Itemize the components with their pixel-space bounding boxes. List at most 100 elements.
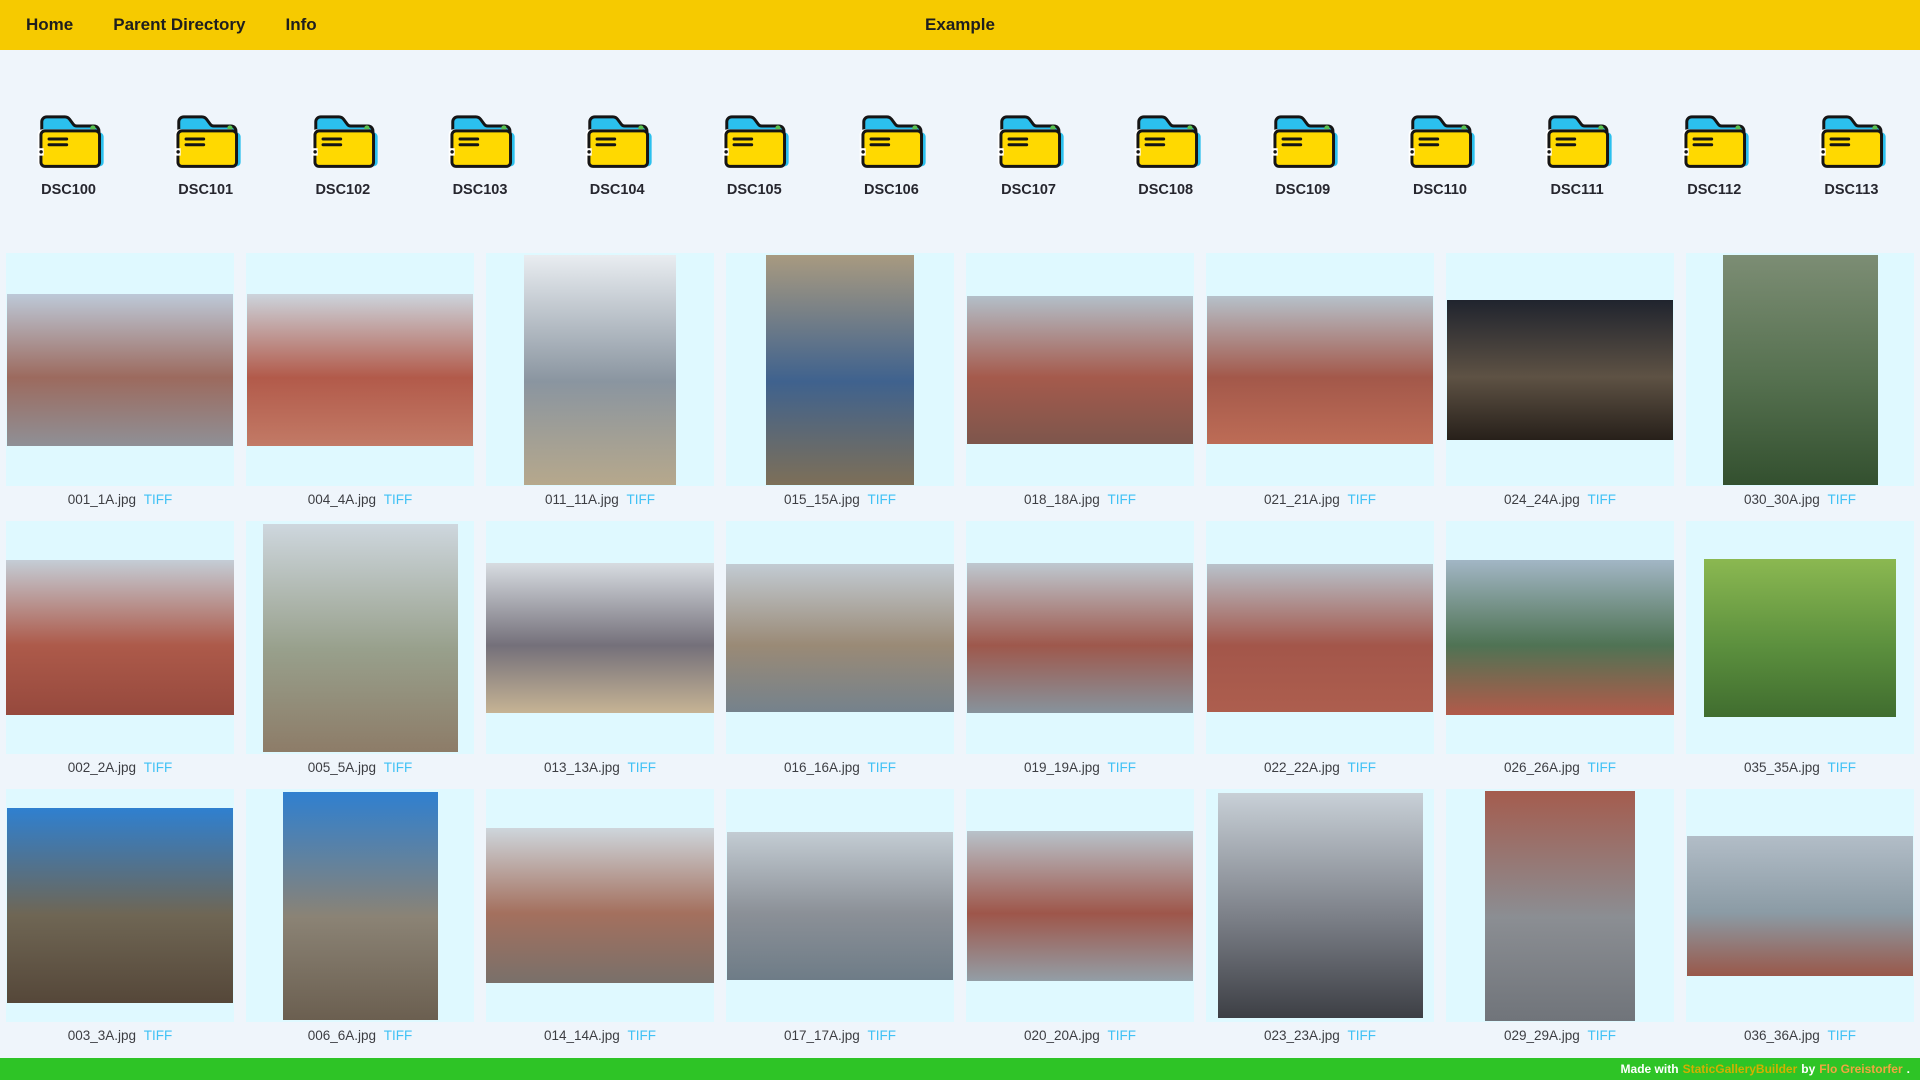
photo-card[interactable] (1686, 253, 1914, 486)
tiff-link[interactable]: TIFF (1108, 760, 1137, 775)
folder-icon (433, 102, 527, 168)
tiff-link[interactable]: TIFF (1588, 1028, 1617, 1043)
photo-card[interactable] (1206, 521, 1434, 754)
photo-thumbnail[interactable] (486, 562, 714, 713)
photo-card[interactable] (726, 521, 954, 754)
photo-card[interactable] (486, 789, 714, 1022)
photo-thumbnail[interactable] (967, 295, 1193, 444)
photo-filename: 001_1A.jpg (67, 492, 137, 507)
gallery-cell: 015_15A.jpg TIFF (720, 253, 960, 509)
photo-thumbnail[interactable] (1687, 835, 1913, 976)
folder-item-dsc103[interactable]: DSC103 (411, 102, 548, 198)
photo-card[interactable] (246, 521, 474, 754)
tiff-link[interactable]: TIFF (628, 760, 657, 775)
photo-thumbnail[interactable] (6, 560, 234, 715)
folder-item-dsc106[interactable]: DSC106 (823, 102, 960, 198)
nav-link-home[interactable]: Home (26, 15, 73, 35)
tiff-link[interactable]: TIFF (384, 760, 413, 775)
photo-card[interactable] (1446, 789, 1674, 1022)
tiff-link[interactable]: TIFF (144, 492, 173, 507)
folder-item-dsc105[interactable]: DSC105 (686, 102, 823, 198)
photo-thumbnail[interactable] (726, 563, 954, 712)
tiff-link[interactable]: TIFF (1108, 1028, 1137, 1043)
tiff-link[interactable]: TIFF (1828, 492, 1857, 507)
photo-thumbnail[interactable] (247, 293, 473, 446)
folder-item-dsc112[interactable]: DSC112 (1646, 102, 1783, 198)
tiff-link[interactable]: TIFF (1108, 492, 1137, 507)
photo-caption: 014_14A.jpg TIFF (544, 1028, 656, 1045)
tiff-link[interactable]: TIFF (1828, 760, 1857, 775)
folder-item-dsc102[interactable]: DSC102 (274, 102, 411, 198)
photo-card[interactable] (6, 521, 234, 754)
photo-thumbnail[interactable] (7, 293, 233, 446)
tiff-link[interactable]: TIFF (1588, 760, 1617, 775)
photo-card[interactable] (1686, 789, 1914, 1022)
folder-item-dsc107[interactable]: DSC107 (960, 102, 1097, 198)
photo-thumbnail[interactable] (7, 808, 233, 1003)
tiff-link[interactable]: TIFF (144, 1028, 173, 1043)
photo-card[interactable] (1446, 521, 1674, 754)
tiff-link[interactable]: TIFF (627, 492, 656, 507)
footer-author-link[interactable]: Flo Greistorfer (1819, 1062, 1902, 1076)
photo-thumbnail[interactable] (1722, 254, 1878, 485)
photo-thumbnail[interactable] (486, 828, 714, 983)
folder-icon (570, 102, 664, 168)
tiff-link[interactable]: TIFF (1348, 1028, 1377, 1043)
gallery-cell: 017_17A.jpg TIFF (720, 789, 960, 1045)
photo-thumbnail[interactable] (1446, 560, 1674, 715)
photo-card[interactable] (1206, 253, 1434, 486)
photo-thumbnail[interactable] (766, 254, 914, 485)
photo-thumbnail[interactable] (1485, 790, 1635, 1021)
tiff-link[interactable]: TIFF (1828, 1028, 1857, 1043)
photo-card[interactable] (726, 789, 954, 1022)
nav-link-info[interactable]: Info (286, 15, 317, 35)
folder-item-dsc104[interactable]: DSC104 (549, 102, 686, 198)
tiff-link[interactable]: TIFF (1588, 492, 1617, 507)
folder-item-dsc109[interactable]: DSC109 (1234, 102, 1371, 198)
tiff-link[interactable]: TIFF (868, 492, 897, 507)
photo-card[interactable] (1446, 253, 1674, 486)
photo-card[interactable] (486, 253, 714, 486)
photo-thumbnail[interactable] (1447, 299, 1673, 440)
folder-item-dsc113[interactable]: DSC113 (1783, 102, 1920, 198)
photo-thumbnail[interactable] (262, 523, 458, 752)
folder-item-dsc111[interactable]: DSC111 (1509, 102, 1646, 198)
photo-card[interactable] (966, 521, 1194, 754)
folder-item-dsc100[interactable]: DSC100 (0, 102, 137, 198)
photo-card[interactable] (246, 253, 474, 486)
tiff-link[interactable]: TIFF (1348, 760, 1377, 775)
photo-card[interactable] (966, 253, 1194, 486)
photo-card[interactable] (1206, 789, 1434, 1022)
folder-item-dsc108[interactable]: DSC108 (1097, 102, 1234, 198)
tiff-link[interactable]: TIFF (1348, 492, 1377, 507)
tiff-link[interactable]: TIFF (628, 1028, 657, 1043)
photo-thumbnail[interactable] (524, 254, 676, 485)
tiff-link[interactable]: TIFF (868, 1028, 897, 1043)
photo-thumbnail[interactable] (1217, 793, 1423, 1018)
photo-card[interactable] (726, 253, 954, 486)
photo-card[interactable] (6, 253, 234, 486)
photo-caption: 035_35A.jpg TIFF (1744, 760, 1856, 777)
photo-card[interactable] (966, 789, 1194, 1022)
photo-thumbnail[interactable] (1207, 295, 1433, 444)
photo-card[interactable] (486, 521, 714, 754)
photo-caption: 036_36A.jpg TIFF (1744, 1028, 1856, 1045)
photo-thumbnail[interactable] (282, 791, 438, 1020)
photo-card[interactable] (246, 789, 474, 1022)
footer-builder-link[interactable]: StaticGalleryBuilder (1683, 1062, 1798, 1076)
gallery-cell: 029_29A.jpg TIFF (1440, 789, 1680, 1045)
folder-item-dsc110[interactable]: DSC110 (1371, 102, 1508, 198)
folder-item-dsc101[interactable]: DSC101 (137, 102, 274, 198)
photo-thumbnail[interactable] (727, 831, 953, 980)
photo-card[interactable] (6, 789, 234, 1022)
tiff-link[interactable]: TIFF (144, 760, 173, 775)
photo-thumbnail[interactable] (1704, 558, 1896, 717)
photo-card[interactable] (1686, 521, 1914, 754)
photo-thumbnail[interactable] (1207, 563, 1433, 712)
nav-link-parent-directory[interactable]: Parent Directory (113, 15, 245, 35)
photo-thumbnail[interactable] (967, 830, 1193, 981)
tiff-link[interactable]: TIFF (384, 1028, 413, 1043)
photo-thumbnail[interactable] (967, 562, 1193, 713)
tiff-link[interactable]: TIFF (384, 492, 413, 507)
tiff-link[interactable]: TIFF (868, 760, 897, 775)
